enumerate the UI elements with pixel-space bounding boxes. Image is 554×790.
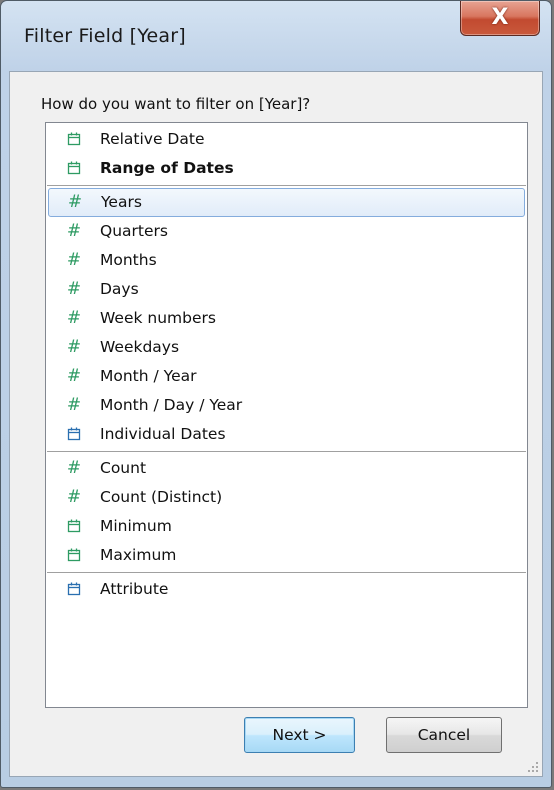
resize-grip-icon[interactable] — [525, 759, 539, 773]
next-button[interactable]: Next > — [244, 717, 355, 753]
list-item-label: Count (Distinct) — [100, 488, 223, 506]
list-item-maximum[interactable]: Maximum — [46, 541, 527, 570]
list-item-count-distinct[interactable]: # Count (Distinct) — [46, 483, 527, 512]
list-item-relative-date[interactable]: Relative Date — [46, 125, 527, 154]
list-item-label: Individual Dates — [100, 425, 226, 443]
hash-icon: # — [66, 395, 82, 415]
list-separator — [47, 185, 526, 186]
list-item-label: Month / Year — [100, 367, 197, 385]
list-item-weekdays[interactable]: # Weekdays — [46, 333, 527, 362]
close-button[interactable]: X — [460, 1, 540, 36]
hash-icon: # — [66, 250, 82, 270]
list-item-label: Month / Day / Year — [100, 396, 243, 414]
list-item-label: Minimum — [100, 517, 172, 535]
list-item-individual-dates[interactable]: Individual Dates — [46, 420, 527, 449]
calendar-icon — [65, 130, 83, 148]
calendar-icon — [65, 517, 83, 535]
list-item-label: Weekdays — [100, 338, 180, 356]
hash-icon: # — [66, 221, 82, 241]
list-item-quarters[interactable]: # Quarters — [46, 217, 527, 246]
list-separator — [47, 451, 526, 452]
list-item-label: Years — [101, 193, 142, 211]
list-item-label: Week numbers — [100, 309, 216, 327]
close-icon: X — [491, 4, 509, 30]
list-item-week-numbers[interactable]: # Week numbers — [46, 304, 527, 333]
list-item-years[interactable]: # Years — [48, 188, 525, 217]
list-item-months[interactable]: # Months — [46, 246, 527, 275]
dialog-body: How do you want to filter on [Year]? Rel… — [9, 71, 543, 777]
list-item-label: Quarters — [100, 222, 168, 240]
list-item-days[interactable]: # Days — [46, 275, 527, 304]
list-item-label: Days — [100, 280, 139, 298]
calendar-icon — [65, 580, 83, 598]
title-bar[interactable]: Filter Field [Year] X — [1, 1, 551, 71]
list-item-range-of-dates[interactable]: Range of Dates — [46, 154, 527, 183]
filter-type-list[interactable]: Relative Date Range of Dates # Years # Quarte… — [45, 122, 528, 708]
list-item-label: Relative Date — [100, 130, 205, 148]
hash-icon: # — [66, 487, 82, 507]
hash-icon: # — [66, 458, 82, 478]
hash-icon: # — [66, 366, 82, 386]
list-item-minimum[interactable]: Minimum — [46, 512, 527, 541]
hash-icon: # — [67, 192, 83, 212]
list-item-month-year[interactable]: # Month / Year — [46, 362, 527, 391]
list-item-label: Maximum — [100, 546, 177, 564]
list-item-label: Count — [100, 459, 147, 477]
hash-icon: # — [66, 279, 82, 299]
list-item-label: Months — [100, 251, 157, 269]
list-item-label: Attribute — [100, 580, 169, 598]
calendar-icon — [65, 546, 83, 564]
list-item-month-day-year[interactable]: # Month / Day / Year — [46, 391, 527, 420]
cancel-button[interactable]: Cancel — [386, 717, 502, 753]
dialog-title: Filter Field [Year] — [24, 25, 186, 47]
hash-icon: # — [66, 337, 82, 357]
calendar-icon — [65, 425, 83, 443]
list-item-label: Range of Dates — [100, 159, 234, 177]
list-item-count[interactable]: # Count — [46, 454, 527, 483]
hash-icon: # — [66, 308, 82, 328]
filter-prompt: How do you want to filter on [Year]? — [41, 95, 311, 113]
calendar-icon — [65, 159, 83, 177]
list-separator — [47, 572, 526, 573]
list-item-attribute[interactable]: Attribute — [46, 575, 527, 604]
dialog-window: Filter Field [Year] X How do you want to… — [0, 0, 552, 788]
